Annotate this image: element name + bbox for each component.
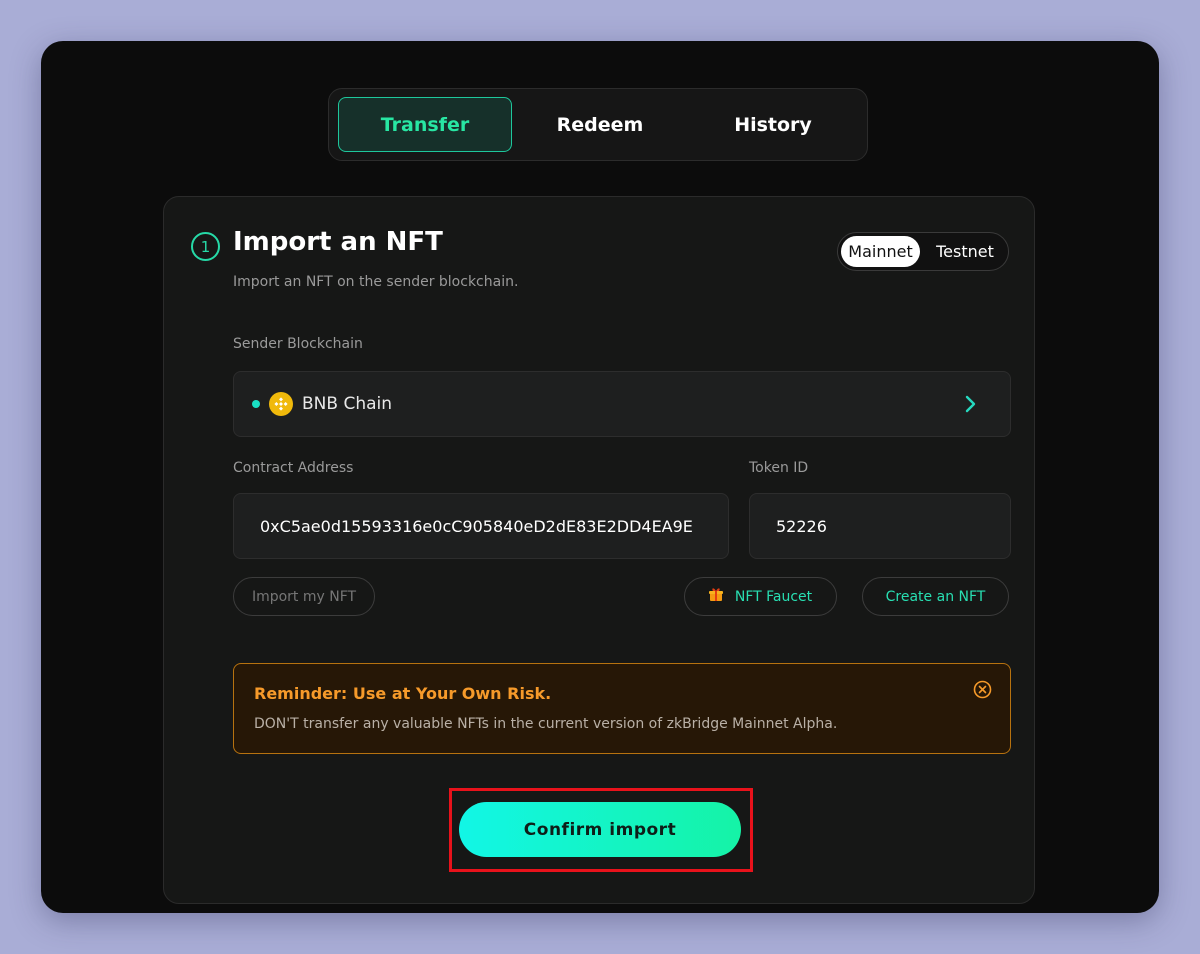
tab-redeem[interactable]: Redeem	[513, 97, 687, 152]
nft-faucet-button[interactable]: NFT Faucet	[684, 577, 837, 616]
network-option-mainnet[interactable]: Mainnet	[841, 236, 920, 267]
chevron-right-icon	[965, 394, 977, 418]
status-dot	[252, 400, 260, 408]
reminder-title: Reminder: Use at Your Own Risk.	[254, 684, 552, 703]
network-option-testnet[interactable]: Testnet	[926, 236, 1004, 267]
reminder-text: DON'T transfer any valuable NFTs in the …	[254, 716, 838, 732]
bnb-icon	[269, 392, 293, 416]
nft-faucet-label: NFT Faucet	[734, 588, 813, 605]
token-id-label: Token ID	[749, 460, 809, 476]
sender-blockchain-select[interactable]: BNB Chain	[233, 371, 1011, 437]
step-number-badge: 1	[191, 232, 220, 261]
create-nft-button[interactable]: Create an NFT	[862, 577, 1009, 616]
contract-address-field	[233, 493, 729, 559]
card-title: Import an NFT	[233, 227, 443, 257]
close-icon[interactable]	[973, 680, 992, 703]
gift-icon	[708, 587, 723, 606]
token-id-field	[749, 493, 1011, 559]
token-id-input[interactable]	[776, 516, 984, 536]
import-my-nft-button[interactable]: Import my NFT	[233, 577, 375, 616]
card-subtitle: Import an NFT on the sender blockchain.	[233, 274, 519, 290]
contract-address-label: Contract Address	[233, 460, 354, 476]
confirm-import-button[interactable]: Confirm import	[459, 802, 741, 857]
tab-transfer[interactable]: Transfer	[338, 97, 512, 152]
contract-address-input[interactable]	[260, 516, 702, 536]
risk-reminder: Reminder: Use at Your Own Risk. DON'T tr…	[233, 663, 1011, 754]
tab-bar: Transfer Redeem History	[328, 88, 868, 161]
app-window: Transfer Redeem History 1 Import an NFT …	[41, 41, 1159, 913]
chain-name: BNB Chain	[302, 394, 393, 414]
sender-blockchain-label: Sender Blockchain	[233, 336, 363, 352]
network-toggle: Mainnet Testnet	[837, 232, 1009, 271]
tab-history[interactable]: History	[686, 97, 860, 152]
import-nft-card: 1 Import an NFT Import an NFT on the sen…	[163, 196, 1035, 904]
